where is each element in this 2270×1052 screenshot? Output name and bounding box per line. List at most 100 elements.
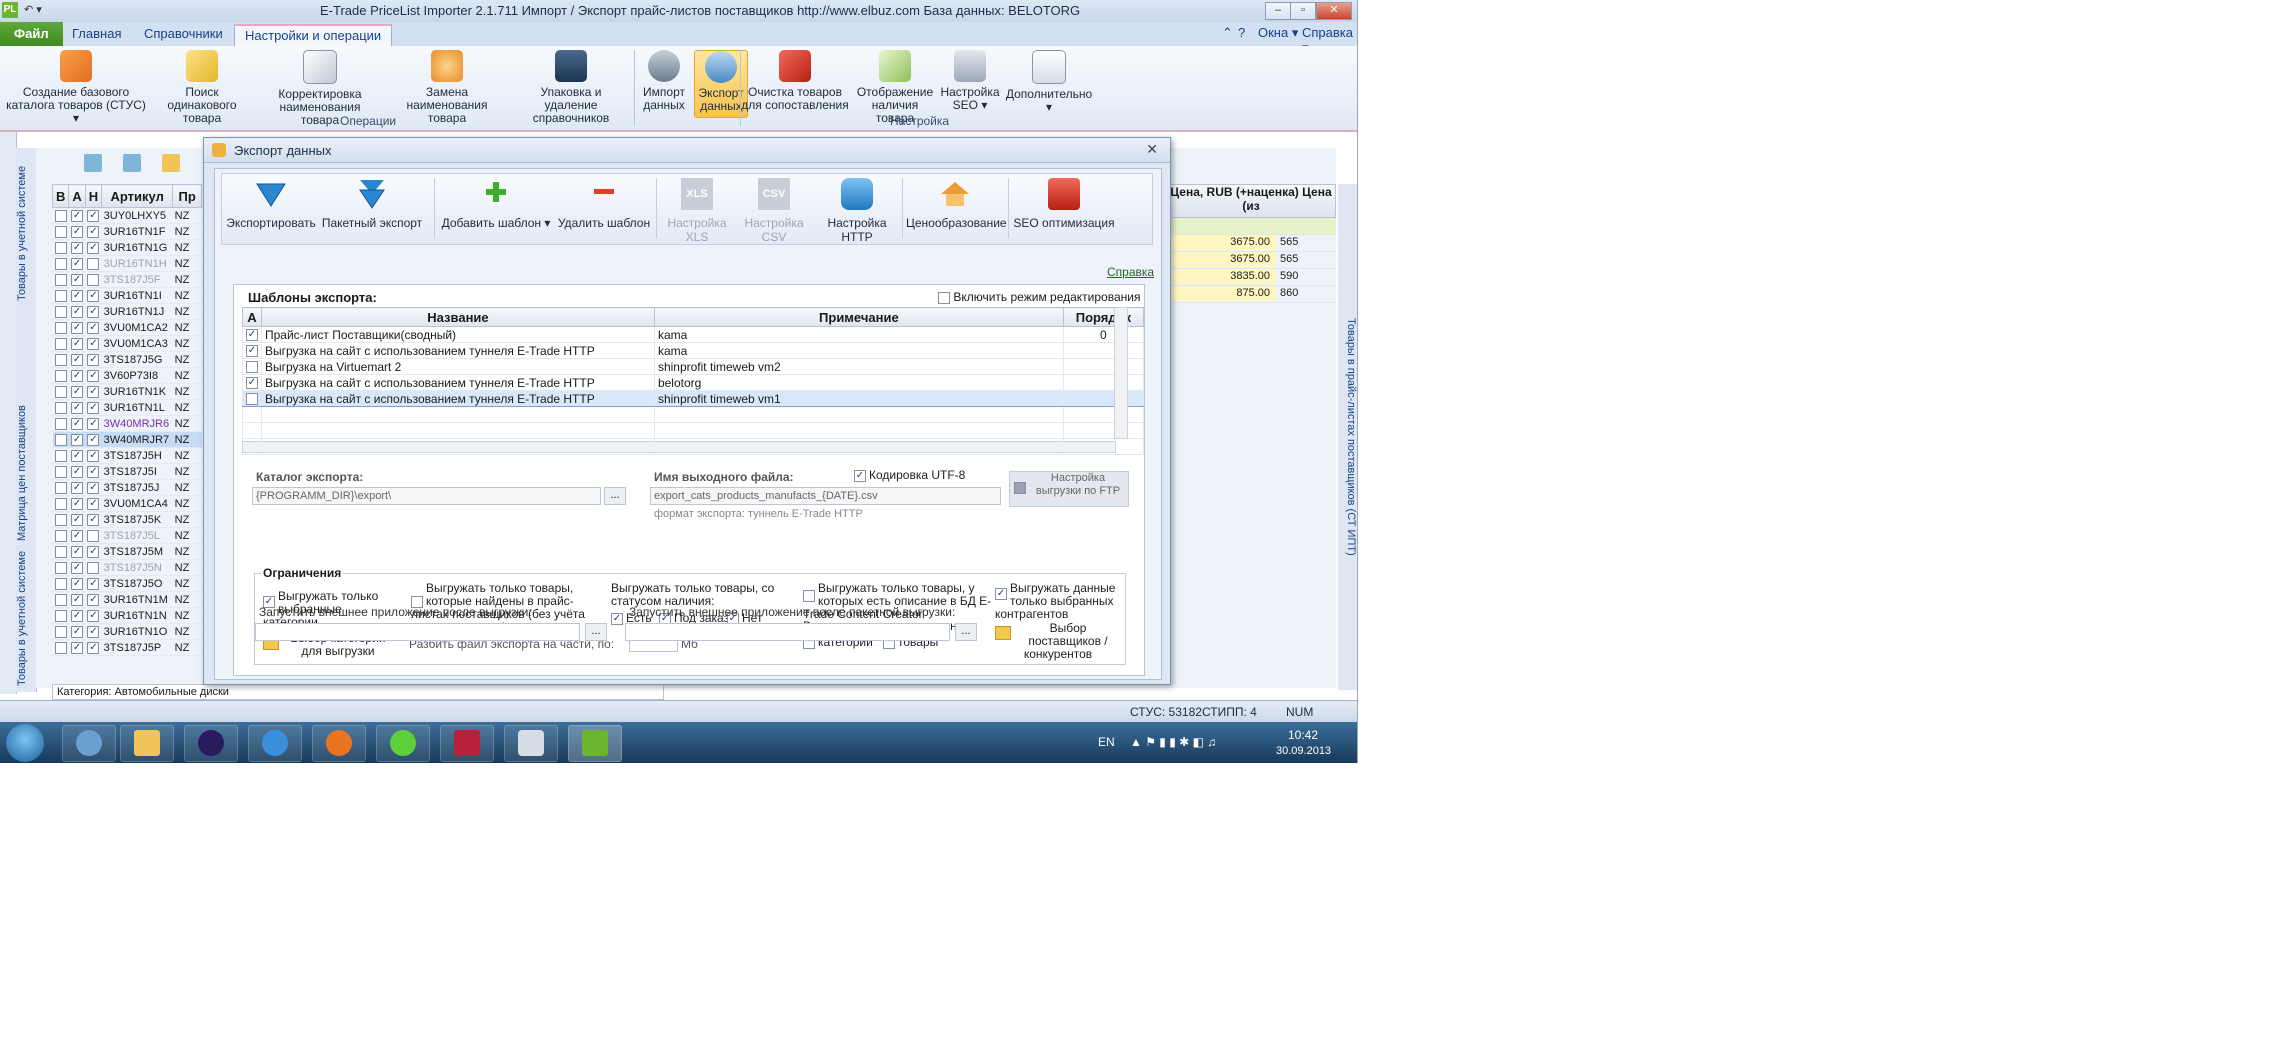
dialog-close-button[interactable]: ✕	[1146, 141, 1158, 158]
price-cell[interactable]: 3675.00	[1166, 252, 1276, 267]
checkbox[interactable]	[54, 225, 67, 238]
vtab-products-accounting[interactable]: Товары в учетной системе	[16, 158, 36, 308]
quick-access-toolbar[interactable]: ↶ ▾	[24, 3, 42, 16]
template-row[interactable]: Выгрузка на Virtuemart 2 shinprofit timew…	[242, 358, 1145, 375]
checkbox[interactable]	[71, 545, 84, 558]
choose-suppliers-button[interactable]: Выбор поставщиков / конкурентов	[995, 622, 1121, 661]
template-note-cell[interactable]: kama	[653, 342, 1064, 359]
template-note-cell[interactable]: shinprofit timeweb vm1	[653, 390, 1064, 407]
table-row[interactable]: 3VU0M1CA4NZ	[52, 495, 202, 512]
more-button[interactable]: Дополнительно ▾	[1004, 50, 1094, 114]
checkbox[interactable]	[71, 241, 84, 254]
price-row[interactable]: 875.00 860	[1166, 286, 1336, 303]
checkbox[interactable]	[87, 337, 100, 350]
table-row[interactable]: 3UR16TN1HNZ	[52, 255, 202, 272]
vtab-supplier-price-matrix[interactable]: Матрица цен поставщиков	[16, 398, 36, 548]
checkbox[interactable]	[71, 257, 84, 270]
template-active-cell[interactable]	[242, 326, 262, 343]
row-checkbox-v[interactable]	[52, 575, 69, 592]
row-checkbox-n[interactable]	[85, 431, 102, 448]
article-cell[interactable]: 3UR16TN1M	[101, 591, 173, 608]
price-row[interactable]	[1166, 218, 1336, 235]
producer-cell[interactable]: NZ	[172, 335, 202, 352]
seo-settings-button[interactable]: Настройка SEO ▾	[940, 50, 1000, 112]
checkbox[interactable]	[54, 209, 67, 222]
run-after-batch-field[interactable]	[625, 623, 950, 641]
producer-cell[interactable]: NZ	[172, 511, 202, 528]
row-checkbox-v[interactable]	[52, 607, 69, 624]
checkbox[interactable]	[54, 353, 67, 366]
row-checkbox-n[interactable]	[85, 399, 102, 416]
pricing-button[interactable]: Ценообразование	[906, 178, 1007, 230]
tray-time[interactable]: 10:42	[1288, 728, 1318, 742]
producer-cell[interactable]: NZ	[172, 223, 202, 240]
row-checkbox-v[interactable]	[52, 591, 69, 608]
producer-cell[interactable]: NZ	[172, 447, 202, 464]
row-checkbox-n[interactable]	[85, 559, 102, 576]
row-checkbox-n[interactable]	[85, 351, 102, 368]
column-header-note[interactable]: Примечание	[653, 307, 1064, 327]
row-checkbox-v[interactable]	[52, 399, 69, 416]
row-checkbox-n[interactable]	[85, 303, 102, 320]
help-link[interactable]: Справка	[1107, 265, 1154, 279]
row-checkbox-v[interactable]	[52, 383, 69, 400]
checkbox[interactable]	[87, 241, 100, 254]
checkbox[interactable]	[71, 465, 84, 478]
maximize-button[interactable]: ▫	[1290, 2, 1316, 20]
table-row[interactable]: 3TS187J5JNZ	[52, 479, 202, 496]
article-cell[interactable]: 3UR16TN1I	[101, 287, 173, 304]
row-checkbox-v[interactable]	[52, 303, 69, 320]
checkbox[interactable]	[54, 289, 67, 302]
producer-cell[interactable]: NZ	[172, 527, 202, 544]
template-note-cell[interactable]: shinprofit timeweb vm2	[653, 358, 1064, 375]
checkbox[interactable]	[54, 273, 67, 286]
vtab-products-accounting-2[interactable]: Товары в учетной системе	[16, 548, 36, 688]
table-row[interactable]: 3TS187J5ONZ	[52, 575, 202, 592]
row-checkbox-v[interactable]	[52, 527, 69, 544]
row-checkbox-a[interactable]	[68, 255, 86, 272]
replace-product-name-button[interactable]: Замена наименования товара	[386, 50, 508, 125]
checkbox[interactable]	[71, 337, 84, 350]
row-checkbox-a[interactable]	[68, 511, 86, 528]
column-header-v[interactable]: В	[51, 184, 70, 208]
producer-cell[interactable]: NZ	[172, 575, 202, 592]
checkbox[interactable]	[87, 529, 100, 542]
checkbox[interactable]	[87, 497, 100, 510]
price-cell[interactable]	[1166, 218, 1276, 233]
windows-menu[interactable]: Окна ▾	[1258, 25, 1298, 41]
row-checkbox-a[interactable]	[68, 367, 86, 384]
tray-date[interactable]: 30.09.2013	[1276, 745, 1331, 757]
checkbox[interactable]	[71, 321, 84, 334]
row-checkbox-v[interactable]	[52, 447, 69, 464]
checkbox[interactable]	[71, 417, 84, 430]
row-checkbox-v[interactable]	[52, 415, 69, 432]
checkbox[interactable]	[54, 401, 67, 414]
table-row[interactable]: 3UR16TN1NNZ	[52, 607, 202, 624]
checkbox[interactable]	[54, 369, 67, 382]
checkbox[interactable]	[54, 385, 67, 398]
checkbox[interactable]	[611, 612, 623, 625]
checkbox[interactable]	[87, 577, 100, 590]
checkbox[interactable]	[71, 305, 84, 318]
checkbox[interactable]	[71, 625, 84, 638]
row-checkbox-v[interactable]	[52, 239, 69, 256]
producer-cell[interactable]: NZ	[172, 239, 202, 256]
table-row[interactable]: 3UR16TN1KNZ	[52, 383, 202, 400]
folder-icon[interactable]	[162, 154, 180, 172]
taskbar-app-access[interactable]	[440, 725, 494, 762]
vtab-supplier-pricelist-products[interactable]: Товары в прайс-листах поставщиков (СТ ИП…	[1338, 184, 1357, 690]
checkbox[interactable]	[54, 625, 67, 638]
producer-cell[interactable]: NZ	[172, 559, 202, 576]
table-row[interactable]: 3UR16TN1JNZ	[52, 303, 202, 320]
row-checkbox-a[interactable]	[68, 287, 86, 304]
checkbox[interactable]	[54, 577, 67, 590]
price-from-cell[interactable]: 590	[1276, 269, 1314, 284]
checkbox[interactable]	[71, 609, 84, 622]
price-from-cell[interactable]: 860	[1276, 286, 1314, 301]
column-header-order[interactable]: Порядок	[1062, 307, 1145, 327]
price-from-cell[interactable]: 565	[1276, 252, 1314, 267]
row-checkbox-a[interactable]	[68, 575, 86, 592]
row-checkbox-v[interactable]	[52, 511, 69, 528]
producer-cell[interactable]: NZ	[172, 607, 202, 624]
checkbox[interactable]	[87, 465, 100, 478]
